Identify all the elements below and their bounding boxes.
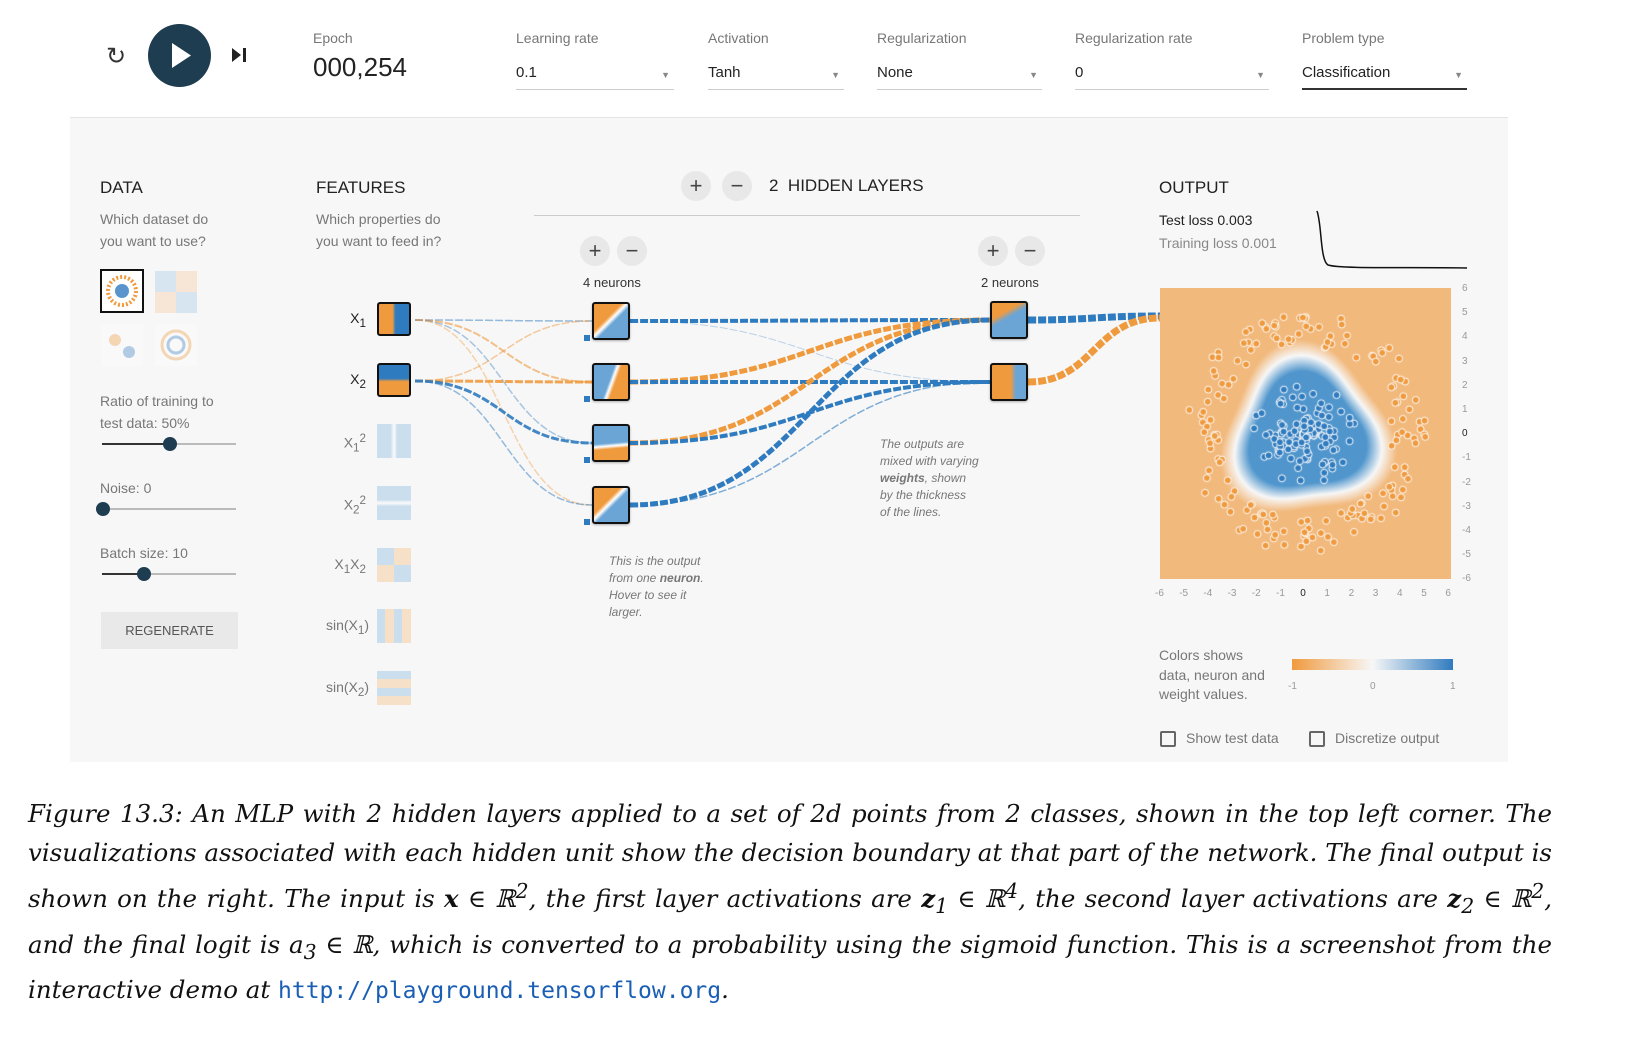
- x-tick: 2: [1348, 588, 1355, 599]
- test-loss: Test loss 0.003: [1159, 212, 1253, 228]
- legend-tick: -1: [1288, 681, 1297, 692]
- y-tick: 5: [1462, 307, 1468, 319]
- output-title: OUTPUT: [1159, 178, 1229, 197]
- bias-indicator: [584, 396, 590, 402]
- discretize-output-label: Discretize output: [1335, 730, 1440, 746]
- y-tick: -3: [1462, 500, 1471, 512]
- x-tick: 4: [1397, 588, 1403, 599]
- weight-link[interactable]: [629, 380, 991, 445]
- neuron-layer2[interactable]: [990, 301, 1028, 339]
- x-tick: 0: [1300, 588, 1306, 599]
- x-tick: 5: [1421, 588, 1427, 599]
- bias-indicator: [584, 457, 590, 463]
- add-neuron-layer1-button[interactable]: +: [580, 236, 610, 266]
- neuron-layer2[interactable]: [990, 363, 1028, 401]
- weight-link[interactable]: [414, 319, 593, 322]
- remove-layer-button[interactable]: −: [722, 171, 752, 201]
- y-tick: 4: [1462, 331, 1468, 343]
- y-tick: -6: [1462, 573, 1471, 585]
- y-tick: -5: [1462, 549, 1471, 561]
- bias-indicator: [584, 335, 590, 341]
- training-loss: Training loss 0.001: [1159, 235, 1277, 251]
- discretize-output-checkbox[interactable]: [1309, 731, 1325, 747]
- x-tick: -4: [1203, 588, 1213, 599]
- neuron-layer1[interactable]: [592, 302, 630, 340]
- weight-link[interactable]: [414, 320, 593, 382]
- y-tick: 1: [1462, 404, 1468, 415]
- x-tick: 3: [1372, 588, 1379, 599]
- legend-tick: 1: [1450, 681, 1456, 692]
- hidden-layers-title: 2 HIDDEN LAYERS: [769, 176, 924, 195]
- neuron-layer1[interactable]: [592, 486, 630, 524]
- bias-indicator: [584, 519, 590, 525]
- layer2-neurons-label: 2 neurons: [981, 275, 1039, 290]
- layer1-neurons-label: 4 neurons: [583, 275, 641, 290]
- add-layer-button[interactable]: +: [681, 171, 711, 201]
- x-tick: -5: [1179, 588, 1189, 599]
- x-tick: -6: [1155, 588, 1164, 599]
- weight-link[interactable]: [414, 380, 593, 506]
- x-tick: 6: [1445, 588, 1451, 599]
- show-test-data-checkbox[interactable]: [1160, 731, 1176, 747]
- color-legend-text: Colors shows data, neuron and weight value…: [1159, 647, 1265, 702]
- loss-chart: [1316, 210, 1468, 269]
- figure-caption: Figure 13.3: An MLP with 2 hidden layers…: [28, 799, 1552, 1005]
- playground-link[interactable]: http://playground.tensorflow.org: [278, 978, 721, 1004]
- y-tick: 6: [1462, 283, 1468, 294]
- neuron-layer1[interactable]: [592, 363, 630, 401]
- y-tick: 3: [1462, 355, 1468, 367]
- add-neuron-layer2-button[interactable]: +: [978, 236, 1008, 266]
- color-legend-bar: [1292, 659, 1453, 670]
- y-tick: 0: [1462, 428, 1468, 440]
- remove-neuron-layer1-button[interactable]: −: [617, 236, 647, 266]
- x-tick: -3: [1227, 588, 1237, 599]
- legend-tick: 0: [1370, 681, 1376, 692]
- show-test-data-label: Show test data: [1186, 730, 1279, 746]
- y-tick: -2: [1462, 476, 1471, 488]
- x-tick: 1: [1324, 588, 1330, 599]
- remove-neuron-layer2-button[interactable]: −: [1015, 236, 1045, 266]
- weight-link[interactable]: [414, 379, 593, 445]
- x-tick: -2: [1251, 588, 1261, 599]
- weight-link[interactable]: [1027, 314, 1161, 386]
- neuron-layer1[interactable]: [592, 424, 630, 462]
- neuron-note: This is the output from one neuron. Hover …: [609, 554, 704, 619]
- y-tick: -1: [1462, 452, 1471, 464]
- output-heatmap[interactable]: [1160, 288, 1451, 579]
- layers-divider: [534, 215, 1080, 216]
- y-tick: -4: [1462, 525, 1471, 536]
- y-tick: 2: [1462, 379, 1468, 391]
- weights-note: The outputs are mixed with varying weights…: [880, 437, 979, 519]
- weight-link[interactable]: [629, 317, 991, 385]
- x-tick: -1: [1276, 588, 1285, 599]
